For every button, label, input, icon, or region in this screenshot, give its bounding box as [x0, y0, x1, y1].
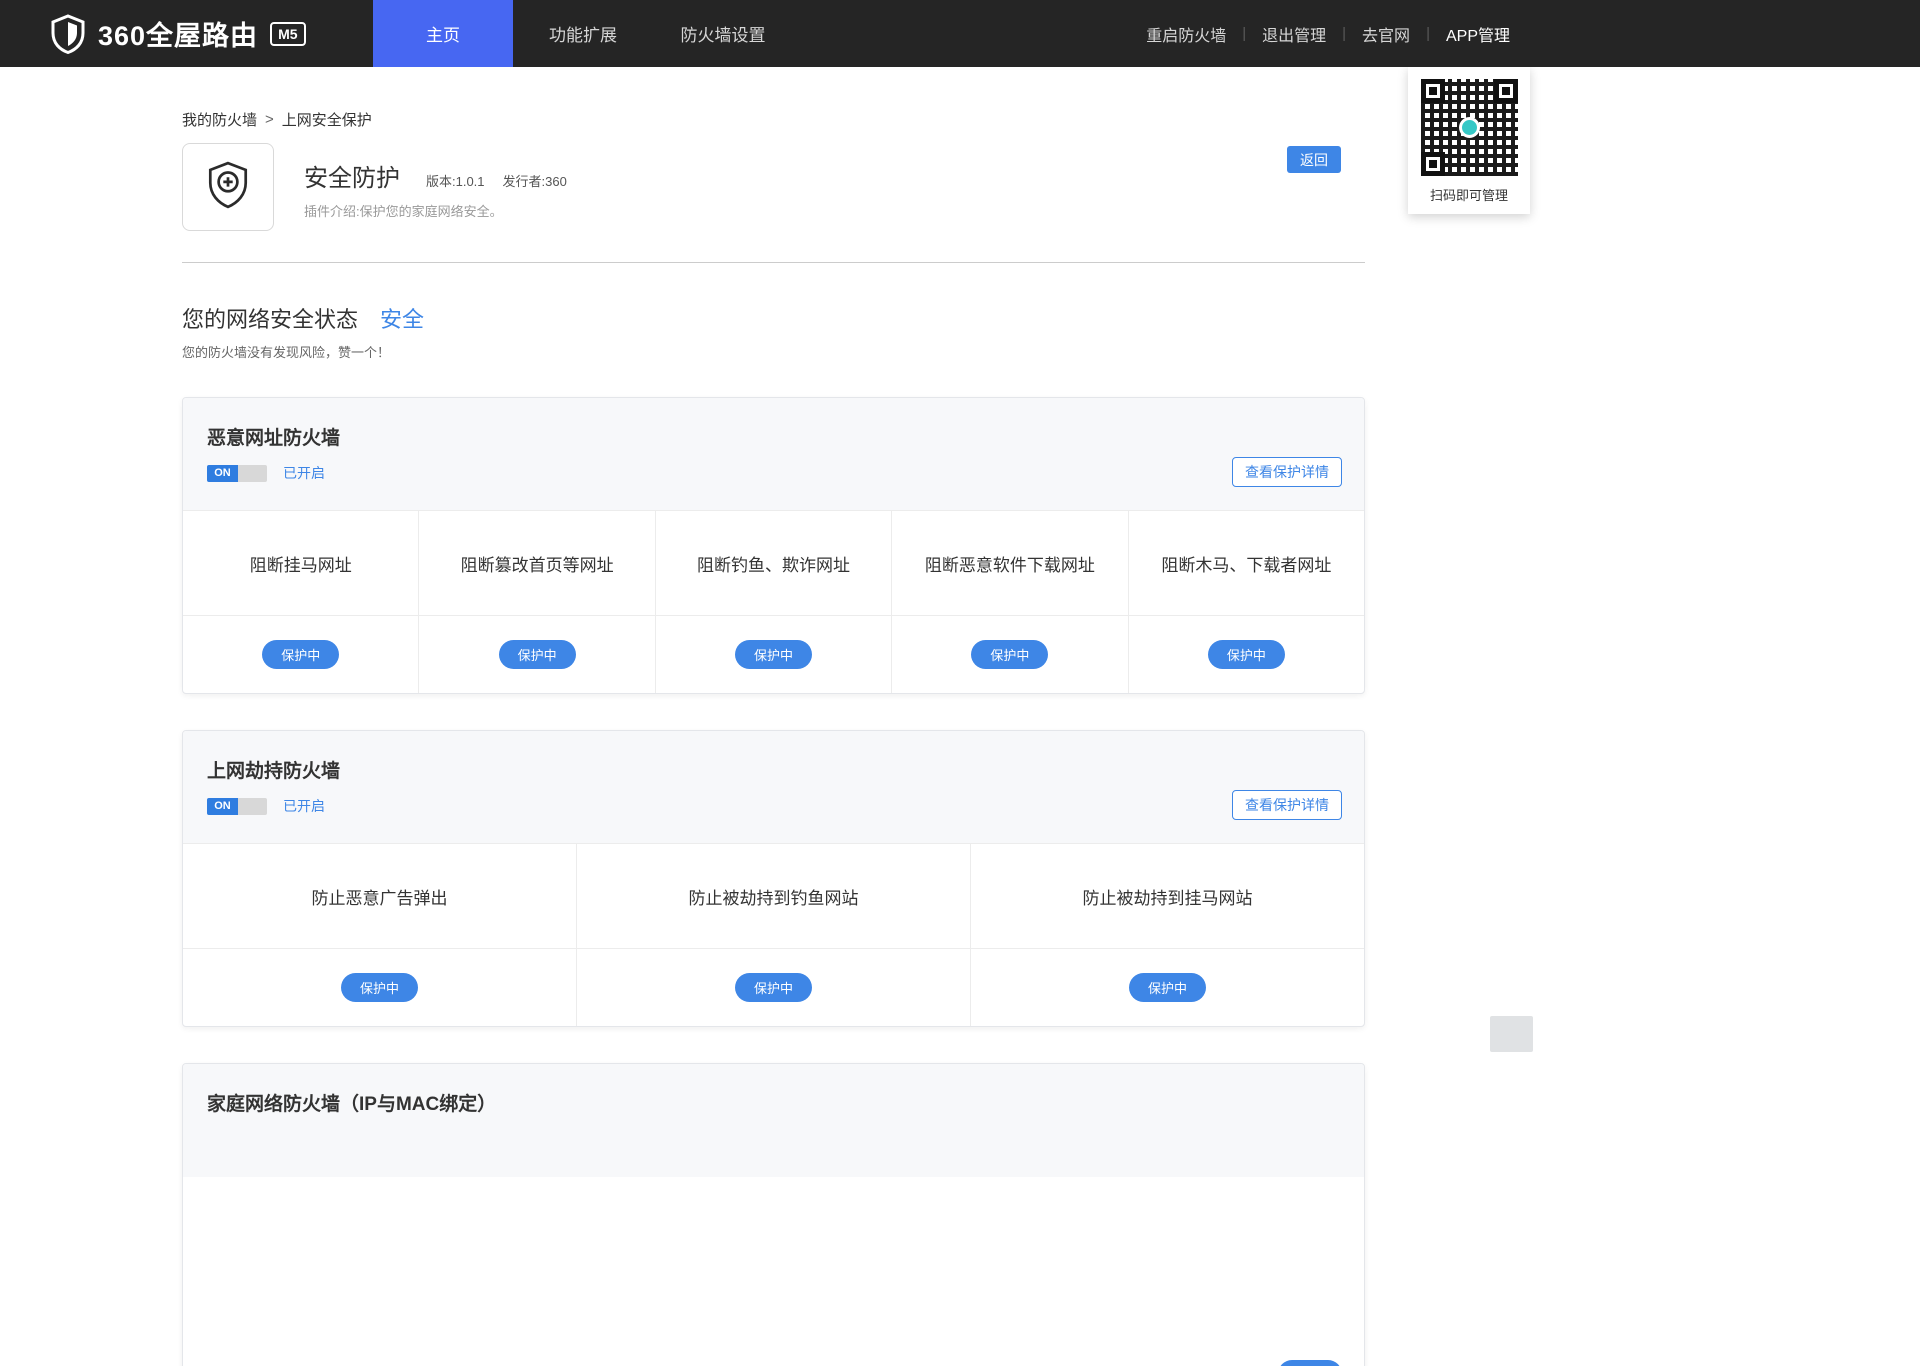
view-protection-details-button[interactable]: 查看保护详情 — [1232, 790, 1342, 820]
status-badge: 保护中 — [262, 640, 340, 669]
breadcrumb: 我的防火墙 > 上网安全保护 — [182, 108, 1365, 130]
protection-label: 阻断恶意软件下载网址 — [892, 511, 1128, 616]
status-badge: 保护中 — [1128, 973, 1206, 1002]
nav-link-official-site[interactable]: 去官网 — [1362, 22, 1410, 46]
card3-action-button[interactable] — [1278, 1360, 1342, 1366]
qr-caption: 扫码即可管理 — [1429, 188, 1508, 203]
plugin-publisher: 发行者:360 — [502, 174, 567, 189]
card-home-network-firewall: 家庭网络防火墙（IP与MAC绑定） — [182, 1063, 1365, 1366]
main-content: 我的防火墙 > 上网安全保护 返回 安全防护 版本:1.0.1 发行者:360 … — [182, 108, 1365, 1366]
toggle-on-label: ON — [207, 464, 238, 482]
card-title: 上网劫持防火墙 — [207, 761, 341, 782]
plugin-info: 安全防护 版本:1.0.1 发行者:360 插件介绍:保护您的家庭网络安全。 — [304, 143, 567, 231]
qr-finder-marker — [1420, 79, 1445, 103]
status-badge: 保护中 — [340, 973, 418, 1002]
qr-finder-marker — [1493, 79, 1518, 103]
plugin-title: 安全防护 — [304, 165, 400, 192]
plugin-version: 版本:1.0.1 — [426, 174, 485, 189]
main-nav-tabs: 主页 功能扩展 防火墙设置 — [373, 0, 793, 67]
nav-separator: | — [1426, 25, 1430, 42]
protection-grid: 阻断挂马网址 保护中 阻断篡改首页等网址 保护中 阻断钓鱼、欺诈网址 保护中 阻… — [183, 511, 1364, 693]
protection-column: 阻断恶意软件下载网址 保护中 — [892, 511, 1129, 693]
protection-grid: 防止恶意广告弹出 保护中 防止被劫持到钓鱼网站 保护中 防止被劫持到挂马网站 保… — [183, 844, 1364, 1026]
nav-separator: | — [1342, 25, 1347, 42]
protection-label: 阻断篡改首页等网址 — [419, 511, 655, 616]
status-badge: 保护中 — [498, 640, 576, 669]
status-badge: 保护中 — [734, 973, 812, 1002]
toggle-on-label: ON — [207, 797, 238, 815]
security-status-section: 您的网络安全状态 安全 您的防火墙没有发现风险，赞一个！ — [182, 302, 1365, 361]
qr-finder-marker — [1420, 152, 1445, 176]
protection-column: 防止恶意广告弹出 保护中 — [183, 844, 577, 1026]
protection-column: 阻断钓鱼、欺诈网址 保护中 — [655, 511, 893, 693]
scroll-down-button[interactable] — [1490, 1016, 1533, 1052]
qr-code — [1420, 79, 1518, 176]
brand-model-badge: M5 — [270, 21, 306, 46]
protection-label: 防止被劫持到钓鱼网站 — [577, 844, 970, 949]
protection-label: 阻断钓鱼、欺诈网址 — [655, 511, 892, 616]
protection-label: 阻断木马、下载者网址 — [1128, 511, 1364, 616]
tab-firewall-settings[interactable]: 防火墙设置 — [653, 0, 793, 67]
plugin-description: 插件介绍:保护您的家庭网络安全。 — [304, 204, 503, 219]
protection-column: 阻断木马、下载者网址 保护中 — [1128, 511, 1364, 693]
plugin-icon-box — [182, 143, 274, 231]
toggle-status-text: 已开启 — [283, 798, 325, 814]
qr-center-logo — [1458, 117, 1480, 138]
app-manage-qr-panel: 扫码即可管理 — [1408, 59, 1530, 214]
section-divider — [182, 262, 1365, 263]
breadcrumb-current: 上网安全保护 — [281, 111, 372, 129]
nav-separator: | — [1242, 25, 1247, 42]
toggle-status-text: 已开启 — [283, 465, 325, 481]
brand-name: 360全屋路由 — [98, 21, 259, 51]
view-protection-details-button[interactable]: 查看保护详情 — [1232, 457, 1342, 487]
tab-home[interactable]: 主页 — [373, 0, 513, 67]
top-navbar: 360全屋路由 M5 主页 功能扩展 防火墙设置 重启防火墙 | 退出管理 | … — [0, 0, 1920, 67]
card-malicious-url-firewall: 恶意网址防火墙 ON 已开启 查看保护详情 阻断挂马网址 保护中 阻断篡改首页等… — [182, 397, 1365, 694]
protection-column: 防止被劫持到挂马网站 保护中 — [971, 844, 1364, 1026]
firewall-toggle[interactable]: ON — [207, 464, 267, 482]
card-title: 家庭网络防火墙（IP与MAC绑定） — [207, 1094, 497, 1115]
card-title: 恶意网址防火墙 — [207, 428, 341, 449]
brand-shield-icon — [50, 13, 86, 54]
protection-label: 阻断挂马网址 — [183, 511, 419, 616]
toggle-track — [238, 464, 267, 482]
card-header: 上网劫持防火墙 ON 已开启 查看保护详情 — [183, 731, 1364, 844]
shield-plus-icon — [203, 160, 253, 215]
status-badge: 保护中 — [971, 640, 1049, 669]
card-header: 家庭网络防火墙（IP与MAC绑定） — [183, 1064, 1364, 1177]
plugin-summary: 安全防护 版本:1.0.1 发行者:360 插件介绍:保护您的家庭网络安全。 — [182, 143, 1365, 231]
tab-extensions[interactable]: 功能扩展 — [513, 0, 653, 67]
nav-utility-links: 重启防火墙 | 退出管理 | 去官网 | APP管理 — [1146, 0, 1510, 67]
security-status-subtitle: 您的防火墙没有发现风险，赞一个！ — [182, 345, 391, 360]
firewall-toggle[interactable]: ON — [207, 797, 267, 815]
back-button[interactable]: 返回 — [1287, 146, 1341, 173]
protection-column: 防止被劫持到钓鱼网站 保护中 — [577, 844, 971, 1026]
breadcrumb-separator: > — [265, 110, 274, 128]
protection-label: 防止恶意广告弹出 — [183, 844, 576, 949]
protection-column: 阻断篡改首页等网址 保护中 — [419, 511, 656, 693]
toggle-track — [238, 797, 267, 815]
security-status-value: 安全 — [380, 307, 425, 332]
brand: 360全屋路由 M5 — [50, 0, 306, 67]
protection-label: 防止被劫持到挂马网站 — [971, 844, 1364, 949]
status-badge: 保护中 — [1207, 640, 1285, 669]
security-status-title: 您的网络安全状态 — [182, 307, 359, 332]
breadcrumb-root[interactable]: 我的防火墙 — [182, 109, 257, 130]
card-header: 恶意网址防火墙 ON 已开启 查看保护详情 — [183, 398, 1364, 511]
nav-link-app-manage[interactable]: APP管理 — [1446, 22, 1510, 46]
nav-link-logout[interactable]: 退出管理 — [1262, 22, 1326, 46]
status-badge: 保护中 — [735, 640, 813, 669]
card-hijack-firewall: 上网劫持防火墙 ON 已开启 查看保护详情 防止恶意广告弹出 保护中 防止被劫持… — [182, 730, 1365, 1027]
chevron-down-icon — [1502, 1027, 1522, 1042]
protection-column: 阻断挂马网址 保护中 — [183, 511, 420, 693]
nav-link-restart-firewall[interactable]: 重启防火墙 — [1146, 22, 1226, 46]
